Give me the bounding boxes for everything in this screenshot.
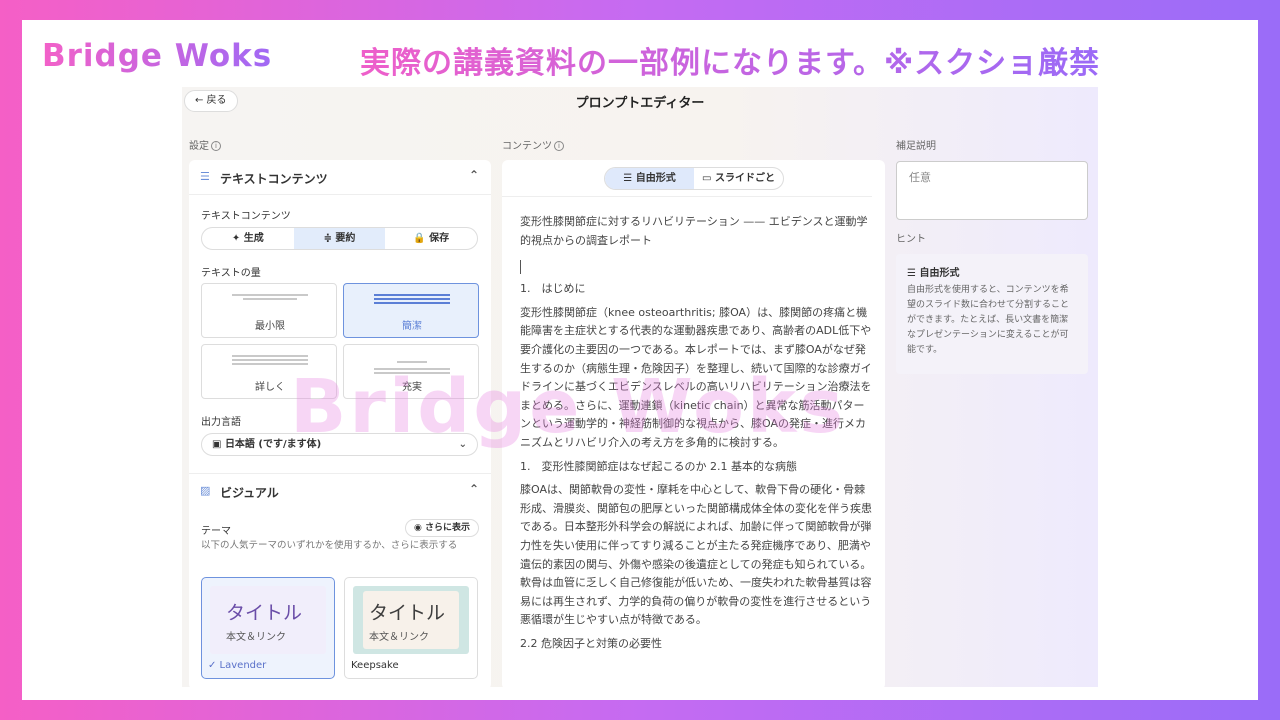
theme-preview-title: タイトル — [369, 602, 446, 624]
amount-label: 充実 — [402, 382, 422, 393]
text-content-accordion-header[interactable]: ☰ テキストコンテンツ ⌃ — [189, 160, 491, 194]
doc-heading: 2.2 危険因子と対策の必要性 — [520, 636, 662, 650]
accordion-title: ビジュアル — [220, 486, 279, 500]
supplement-label: 補足説明 — [896, 141, 936, 152]
theme-card-keepsake[interactable]: タイトル 本文＆リンク Keepsake — [344, 577, 478, 679]
content-panel: ☰ 自由形式 ▭ スライドごと 変形性膝関節症に対するリハビリテーション —— … — [502, 160, 885, 687]
theme-preview: タイトル 本文＆リンク — [353, 586, 469, 654]
tab-freeform[interactable]: ☰ 自由形式 — [605, 168, 694, 189]
amount-bars — [374, 355, 450, 376]
content-editor[interactable]: 変形性膝関節症に対するリハビリテーション —— エビデンスと運動学的視点からの調… — [520, 213, 872, 658]
show-more-label: さらに表示 — [424, 523, 470, 533]
hint-label: ヒント — [896, 234, 926, 245]
doc-title: 変形性膝関節症に対するリハビリテーション —— エビデンスと運動学的視点からの調… — [520, 215, 868, 247]
info-icon[interactable]: i — [554, 141, 564, 151]
show-more-themes-button[interactable]: ◉ さらに表示 — [404, 519, 479, 537]
output-language-label: 出力言語 — [201, 417, 241, 428]
palette-icon: ◉ — [413, 523, 425, 533]
theme-card-lavender[interactable]: タイトル 本文＆リンク ✓ Lavender — [201, 577, 335, 679]
settings-label-text: 設定 — [189, 141, 209, 152]
divider — [189, 194, 491, 195]
theme-preview-sub: 本文＆リンク — [226, 632, 286, 643]
info-icon[interactable]: i — [211, 141, 221, 151]
chevron-up-icon[interactable]: ⌃ — [469, 168, 479, 182]
theme-name: Keepsake — [351, 660, 399, 671]
language-icon: ▣ — [212, 439, 225, 450]
amount-label: 簡潔 — [402, 321, 422, 332]
text-mode-selector: ✦ 生成 ≑ 要約 🔒 保存 — [201, 227, 478, 250]
notice-banner: 実際の講義資料の一部例になります。※スクショ厳禁 — [360, 38, 1100, 82]
amount-concise-card[interactable]: 簡潔 — [343, 283, 479, 338]
mode-keep-button[interactable]: 🔒 保存 — [385, 228, 477, 249]
content-mode-toggle: ☰ 自由形式 ▭ スライドごと — [604, 167, 784, 190]
mode-summarize-button[interactable]: ≑ 要約 — [293, 228, 386, 249]
amount-bars — [232, 355, 308, 367]
amount-detailed-card[interactable]: 詳しく — [201, 344, 337, 399]
theme-preview-sub: 本文＆リンク — [369, 632, 429, 643]
mode-generate-button[interactable]: ✦ 生成 — [202, 228, 294, 249]
theme-label: テーマ — [201, 526, 231, 537]
visual-accordion-header[interactable]: ▨ ビジュアル ⌃ — [189, 474, 491, 508]
page-title: プロンプトエディター — [575, 96, 705, 111]
theme-preview-title: タイトル — [226, 602, 303, 624]
amount-label: 最小限 — [255, 321, 285, 332]
content-label-text: コンテンツ — [502, 141, 552, 152]
theme-preview: タイトル 本文＆リンク — [210, 586, 326, 654]
chevron-up-icon[interactable]: ⌃ — [469, 482, 479, 496]
prompt-editor-window: ← 戻る プロンプトエディター 設定 i コンテンツ i 補足説明 ヒント ☰ テキ… — [182, 87, 1098, 687]
doc-paragraph: 膝OAは、関節軟骨の変性・摩耗を中心として、軟骨下骨の硬化・骨棘形成、滑膜炎、関… — [520, 483, 872, 627]
hint-card: ☰ 自由形式 自由形式を使用すると、コンテンツを希望のスライド数に合わせて分割す… — [896, 254, 1088, 374]
text-amount-label: テキストの量 — [201, 268, 261, 279]
amount-bars — [374, 294, 450, 306]
image-icon: ▨ — [200, 484, 211, 497]
brand-logo-text: Bridge Woks — [42, 38, 273, 74]
accordion-title: テキストコンテンツ — [220, 172, 328, 186]
text-lines-icon: ☰ — [200, 170, 210, 183]
theme-name: ✓ Lavender — [208, 660, 267, 671]
tab-per-slide[interactable]: ▭ スライドごと — [694, 168, 783, 189]
theme-description: 以下の人気テーマのいずれかを使用するか、さらに表示する — [201, 540, 458, 551]
amount-minimal-card[interactable]: 最小限 — [201, 283, 337, 338]
app-header: ← 戻る プロンプトエディター — [182, 87, 1098, 117]
amount-bars — [232, 294, 308, 302]
divider — [502, 196, 872, 197]
output-language-select[interactable]: ▣ 日本語 (です/ます体) ⌄ — [201, 433, 478, 456]
amount-label: 詳しく — [255, 382, 285, 393]
settings-panel: ☰ テキストコンテンツ ⌃ テキストコンテンツ ✦ 生成 ≑ 要約 🔒 保存 テ… — [189, 160, 491, 687]
doc-heading: 1. 変形性膝関節症はなぜ起こるのか 2.1 基本的な病態 — [520, 459, 797, 473]
settings-label: 設定 i — [189, 137, 221, 152]
text-content-label: テキストコンテンツ — [201, 211, 291, 222]
language-value: 日本語 (です/ます体) — [224, 439, 322, 450]
hint-title: ☰ 自由形式 — [907, 268, 960, 279]
hint-body: 自由形式を使用すると、コンテンツを希望のスライド数に合わせて分割することができま… — [907, 285, 1070, 355]
amount-extensive-card[interactable]: 充実 — [343, 344, 479, 399]
doc-paragraph: 変形性膝関節症（knee osteoarthritis; 膝OA）は、膝関節の疼… — [520, 305, 872, 449]
doc-heading: 1. はじめに — [520, 282, 586, 296]
text-cursor — [520, 260, 521, 275]
chevron-down-icon: ⌄ — [458, 439, 467, 450]
supplement-input[interactable]: 任意 — [896, 161, 1088, 220]
content-label: コンテンツ i — [502, 137, 564, 152]
